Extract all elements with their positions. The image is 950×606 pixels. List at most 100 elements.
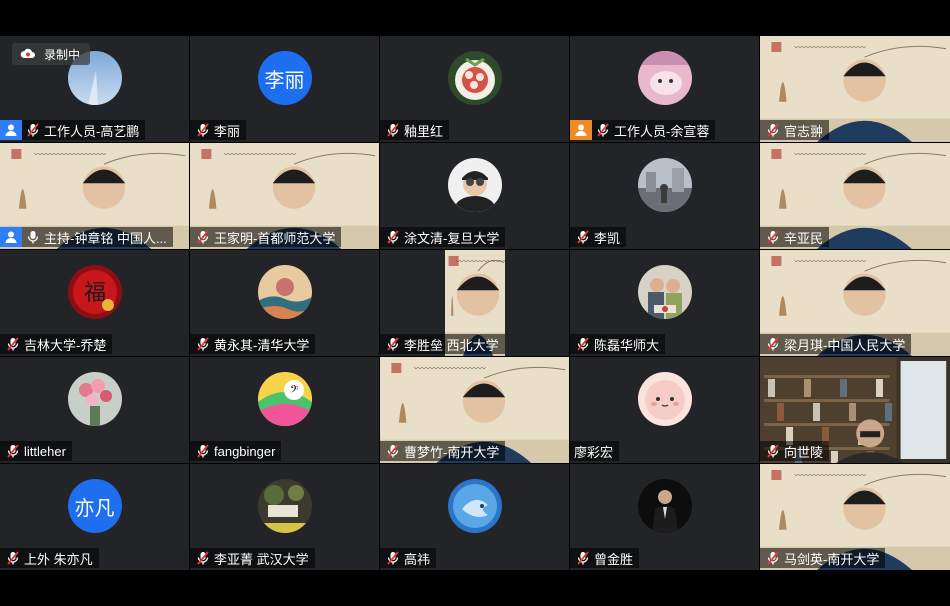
participant-name: 王家明-首都师范大学 [214, 230, 336, 246]
microphone-muted-icon [24, 120, 42, 140]
participant-avatar [257, 479, 312, 533]
participant-tile[interactable]: 涂文清-复旦大学 [380, 143, 569, 249]
participant-label: 吉林大学-乔楚 [0, 334, 113, 354]
microphone-muted-icon [4, 334, 22, 354]
microphone-muted-icon [574, 334, 592, 354]
participant-label: 梁月琪-中国人民大学 [760, 334, 912, 354]
microphone-muted-icon [4, 548, 22, 568]
participant-name: 梁月琪-中国人民大学 [784, 337, 906, 353]
participant-name: 曾金胜 [594, 551, 634, 567]
participant-tile[interactable]: littleher [0, 357, 189, 463]
participant-label: 李亚菁 武汉大学 [190, 548, 315, 568]
user-role-icon [0, 227, 22, 247]
svg-text:〰〰〰〰〰〰〰〰〰: 〰〰〰〰〰〰〰〰〰 [224, 150, 296, 159]
participant-tile[interactable]: 廖彩宏 [570, 357, 759, 463]
cloud-recording-icon [20, 47, 36, 62]
participant-tile[interactable]: 〰〰〰〰〰〰〰〰〰 马剑英-南开大学 [760, 464, 950, 570]
participant-label: 李丽 [190, 120, 247, 140]
participant-name: 李丽 [214, 123, 241, 139]
participant-name: 工作人员-余宣蓉 [614, 123, 710, 139]
participant-name: 涂文清-复旦大学 [404, 230, 500, 246]
participant-tile[interactable]: 工作人员-余宣蓉 [570, 36, 759, 142]
participant-label: 上外 朱亦凡 [0, 548, 99, 568]
participant-label: littleher [0, 441, 72, 461]
microphone-muted-icon [764, 227, 782, 247]
participant-tile[interactable]: 高祎 [380, 464, 569, 570]
microphone-muted-icon [4, 441, 22, 461]
participant-label: 向世陵 [760, 441, 830, 461]
participant-avatar [447, 479, 502, 533]
microphone-muted-icon [574, 227, 592, 247]
microphone-muted-icon [194, 548, 212, 568]
participant-tile[interactable]: 〰〰〰〰〰〰〰〰〰 王家明-首都师范大学 [190, 143, 379, 249]
microphone-icon [24, 227, 42, 247]
participant-label: 工作人员-高艺鹏 [0, 120, 146, 140]
participant-name: 马剑英-南开大学 [784, 551, 880, 567]
microphone-muted-icon [764, 548, 782, 568]
participant-tile[interactable]: 𝄢 fangbinger [190, 357, 379, 463]
participant-name: 李胜垒 西北大学 [404, 337, 499, 353]
participant-tile[interactable]: 曾金胜 [570, 464, 759, 570]
svg-text:〰〰〰〰〰〰〰〰〰: 〰〰〰〰〰〰〰〰〰 [794, 257, 866, 266]
microphone-muted-icon [764, 441, 782, 461]
participant-name: 廖彩宏 [574, 444, 614, 460]
participant-name: 黄永其-清华大学 [214, 337, 310, 353]
participant-label: 马剑英-南开大学 [760, 548, 886, 568]
participant-tile[interactable]: 〰〰〰〰〰〰〰〰〰 梁月琪-中国人民大学 [760, 250, 950, 356]
participant-name: 官志翀 [784, 123, 824, 139]
participant-name: littleher [24, 443, 66, 459]
user-role-icon [0, 120, 22, 140]
participant-avatar [257, 265, 312, 319]
participant-label: 主持-钟章铭 中国人... [0, 227, 173, 247]
participant-avatar [67, 372, 122, 426]
participant-tile[interactable]: 〰〰〰〰〰〰〰〰〰 李胜垒 西北大学 [380, 250, 569, 356]
participant-tile[interactable]: 李亚菁 武汉大学 [190, 464, 379, 570]
participant-label: 釉里红 [380, 120, 450, 140]
video-grid: 工作人员-高艺鹏 李丽 李丽 釉里红 工作人员-余宣蓉 〰〰〰〰〰〰〰〰〰 官志翀 〰〰… [0, 36, 950, 570]
participant-name: fangbinger [214, 443, 276, 459]
participant-tile[interactable]: 〰〰〰〰〰〰〰〰〰 曹梦竹-南开大学 [380, 357, 569, 463]
microphone-muted-icon [384, 334, 402, 354]
participant-tile[interactable]: 亦凡上外 朱亦凡 [0, 464, 189, 570]
participant-avatar [637, 158, 692, 212]
participant-tile[interactable]: 〰〰〰〰〰〰〰〰〰 官志翀 [760, 36, 950, 142]
svg-text:𝄢: 𝄢 [289, 384, 297, 399]
participant-tile[interactable]: 〰〰〰〰〰〰〰〰〰 主持-钟章铭 中国人... [0, 143, 189, 249]
svg-text:〰〰〰〰〰〰〰〰〰: 〰〰〰〰〰〰〰〰〰 [794, 471, 866, 480]
participant-tile[interactable]: 陈磊华师大 [570, 250, 759, 356]
microphone-muted-icon [384, 120, 402, 140]
participant-name: 高祎 [404, 551, 431, 567]
participant-label: 王家明-首都师范大学 [190, 227, 342, 247]
participant-tile[interactable]: 福吉林大学-乔楚 [0, 250, 189, 356]
microphone-muted-icon [194, 441, 212, 461]
microphone-muted-icon [384, 227, 402, 247]
recording-label: 录制中 [44, 47, 81, 62]
microphone-muted-icon [384, 548, 402, 568]
microphone-muted-icon [574, 548, 592, 568]
participant-tile[interactable]: 李丽 李丽 [190, 36, 379, 142]
participant-tile[interactable]: 李凯 [570, 143, 759, 249]
participant-tile[interactable]: 黄永其-清华大学 [190, 250, 379, 356]
microphone-muted-icon [194, 334, 212, 354]
participant-name: 曹梦竹-南开大学 [404, 444, 500, 460]
participant-avatar [447, 51, 502, 105]
participant-tile[interactable]: 向世陵 [760, 357, 950, 463]
participant-tile[interactable]: 釉里红 [380, 36, 569, 142]
participant-name: 上外 朱亦凡 [24, 551, 93, 567]
participant-avatar: 亦凡 [67, 479, 122, 533]
participant-label: 李胜垒 西北大学 [380, 334, 505, 354]
participant-label: 官志翀 [760, 120, 830, 140]
participant-avatar: 李丽 [257, 51, 312, 105]
svg-text:〰〰〰〰〰〰〰〰〰: 〰〰〰〰〰〰〰〰〰 [34, 150, 106, 159]
participant-label: 陈磊华师大 [570, 334, 666, 354]
participant-avatar [637, 372, 692, 426]
microphone-muted-icon [594, 120, 612, 140]
svg-text:〰〰〰〰〰〰〰〰〰: 〰〰〰〰〰〰〰〰〰 [794, 150, 866, 159]
recording-indicator[interactable]: 录制中 [12, 43, 91, 65]
participant-label: 工作人员-余宣蓉 [570, 120, 716, 140]
participant-tile[interactable]: 〰〰〰〰〰〰〰〰〰 辛亚民 [760, 143, 950, 249]
participant-name: 向世陵 [784, 444, 824, 460]
svg-text:〰〰〰〰〰〰〰〰〰: 〰〰〰〰〰〰〰〰〰 [794, 43, 866, 52]
participant-label: fangbinger [190, 441, 282, 461]
svg-text:〰〰〰〰〰〰〰〰〰: 〰〰〰〰〰〰〰〰〰 [455, 257, 504, 266]
